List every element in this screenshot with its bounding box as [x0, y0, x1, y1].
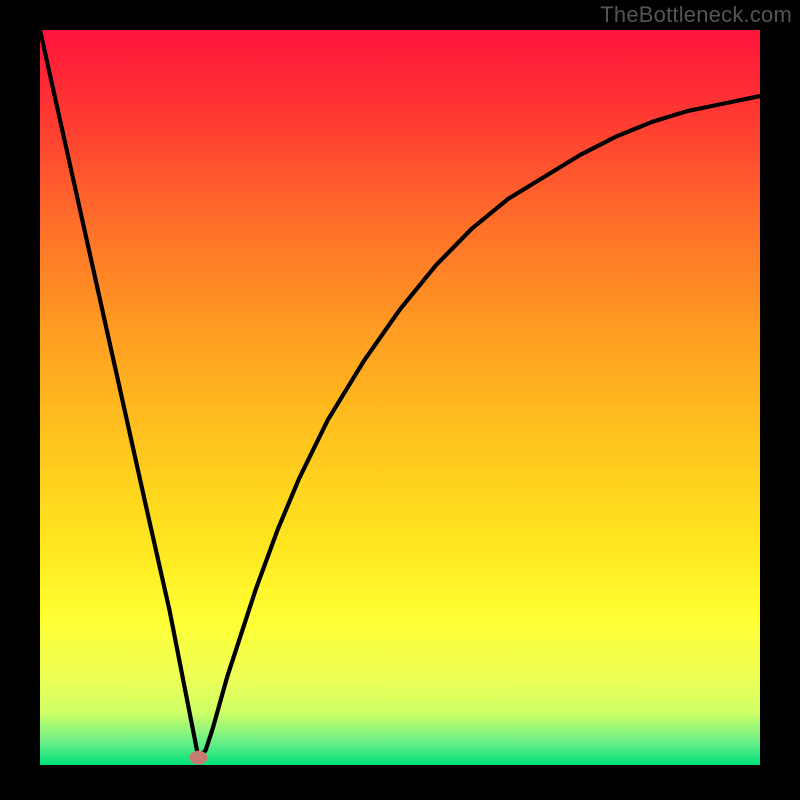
watermark-text: TheBottleneck.com [600, 2, 792, 28]
plot-area [40, 30, 760, 765]
min-marker [40, 30, 760, 765]
chart-frame: TheBottleneck.com [0, 0, 800, 800]
